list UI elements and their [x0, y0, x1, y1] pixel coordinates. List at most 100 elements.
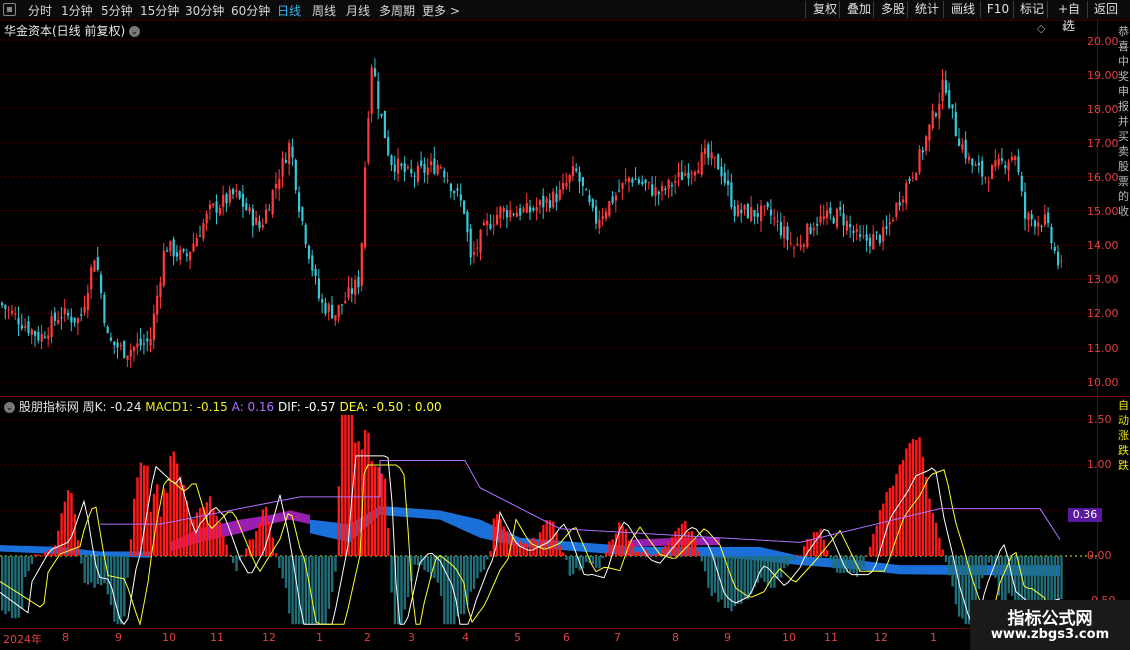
- macd-bar: [189, 517, 192, 556]
- date-tick: 8: [62, 631, 69, 644]
- candle-body: [7, 309, 10, 311]
- macd-bar: [763, 556, 766, 582]
- period-tab-weekly[interactable]: 周线: [312, 2, 336, 19]
- candle-body: [793, 247, 796, 249]
- macd-bar: [228, 554, 232, 556]
- candle-body: [674, 181, 677, 184]
- candle-body: [756, 213, 759, 218]
- macd-bar: [80, 556, 83, 564]
- candle-body: [113, 341, 116, 346]
- candle-body: [763, 205, 766, 207]
- macd-bar: [274, 553, 278, 556]
- candle-body: [331, 304, 334, 319]
- candle-body: [1053, 246, 1056, 251]
- macd-bar: [905, 448, 908, 556]
- candle-body: [248, 207, 251, 212]
- candle-body: [875, 231, 878, 233]
- candle-body: [96, 257, 99, 270]
- back-button[interactable]: 返回: [1087, 1, 1124, 18]
- macd-bar: [175, 463, 179, 556]
- candle-body: [238, 191, 241, 199]
- period-tab-daily[interactable]: 日线: [277, 2, 301, 19]
- macd-bar: [964, 556, 967, 625]
- candle-body: [816, 223, 819, 226]
- candle-body: [304, 224, 307, 245]
- mark-button[interactable]: 标记: [1013, 1, 1050, 18]
- date-tick: 12: [262, 631, 276, 644]
- candle-body: [63, 307, 66, 315]
- candle-body: [482, 222, 485, 226]
- candle-body: [400, 163, 403, 166]
- candle-body: [245, 203, 248, 211]
- candle-body: [1007, 162, 1010, 171]
- candle-body: [274, 183, 278, 189]
- add-watchlist-button[interactable]: +自选: [1047, 1, 1090, 33]
- candle-body: [727, 180, 730, 185]
- candle-body: [802, 244, 806, 247]
- candle-body: [667, 180, 670, 189]
- candle-body: [172, 239, 175, 257]
- menu-icon[interactable]: [3, 3, 16, 16]
- period-tab-30min[interactable]: 30分钟: [185, 2, 224, 19]
- candle-body: [852, 230, 855, 234]
- period-tab-monthly[interactable]: 月线: [346, 2, 370, 19]
- macd-bar: [142, 465, 146, 556]
- candle-body: [116, 342, 119, 348]
- period-tab-fenshi[interactable]: 分时: [28, 2, 52, 19]
- candle-body: [456, 188, 459, 191]
- f10-button[interactable]: F10: [980, 1, 1015, 18]
- candle-body: [146, 338, 149, 342]
- candle-body: [76, 318, 80, 324]
- candle-body: [1000, 158, 1004, 161]
- more-periods-button[interactable]: 更多 >: [422, 2, 460, 19]
- candlestick-chart[interactable]: [0, 26, 1097, 396]
- candle-body: [720, 166, 723, 177]
- candle-body: [34, 331, 37, 336]
- macd-bar: [387, 527, 390, 556]
- macd-bar: [403, 556, 406, 610]
- macd-bar: [941, 549, 944, 556]
- macd-indicator-chart[interactable]: [0, 410, 1097, 628]
- candle-body: [542, 195, 545, 208]
- candle-body: [604, 211, 608, 219]
- macd-bar: [271, 537, 274, 556]
- candle-body: [723, 172, 726, 184]
- candle-body: [179, 249, 182, 260]
- candle-body: [416, 165, 419, 182]
- macd-bar: [172, 451, 175, 556]
- date-tick: 11: [210, 631, 224, 644]
- candle-body: [733, 206, 736, 216]
- macd-bar: [373, 466, 377, 556]
- candle-body: [324, 302, 327, 314]
- candle-body: [469, 228, 472, 258]
- candle-body: [558, 189, 561, 200]
- candle-body: [789, 242, 792, 244]
- macd-bar: [783, 556, 786, 569]
- period-toolbar: 分时 1分钟 5分钟 15分钟 30分钟 60分钟 日线 周线 月线 多周期 更…: [0, 0, 1130, 33]
- candle-body: [133, 347, 136, 351]
- macd-bar: [340, 414, 344, 556]
- candle-body: [24, 326, 27, 328]
- macd-bar: [472, 556, 476, 590]
- period-tab-15min[interactable]: 15分钟: [140, 2, 179, 19]
- macd-bar: [222, 535, 225, 556]
- period-tab-1min[interactable]: 1分钟: [61, 2, 93, 19]
- candle-body: [1043, 214, 1046, 225]
- candle-body: [453, 191, 456, 194]
- period-tab-60min[interactable]: 60分钟: [231, 2, 270, 19]
- macd-bar: [139, 462, 142, 556]
- macd-bar: [245, 548, 248, 556]
- draw-line-button[interactable]: 画线: [943, 1, 982, 18]
- macd-bar: [129, 539, 133, 556]
- period-tab-multi[interactable]: 多周期: [379, 2, 415, 19]
- date-tick: 11: [824, 631, 838, 644]
- candle-body: [964, 139, 967, 159]
- candle-body: [799, 244, 802, 248]
- macd-bar: [908, 443, 911, 556]
- candle-body: [100, 274, 103, 294]
- macd-bar: [789, 556, 793, 560]
- macd-bar: [344, 414, 347, 556]
- candle-body: [700, 152, 703, 175]
- statistics-button[interactable]: 统计: [907, 1, 946, 18]
- period-tab-5min[interactable]: 5分钟: [101, 2, 133, 19]
